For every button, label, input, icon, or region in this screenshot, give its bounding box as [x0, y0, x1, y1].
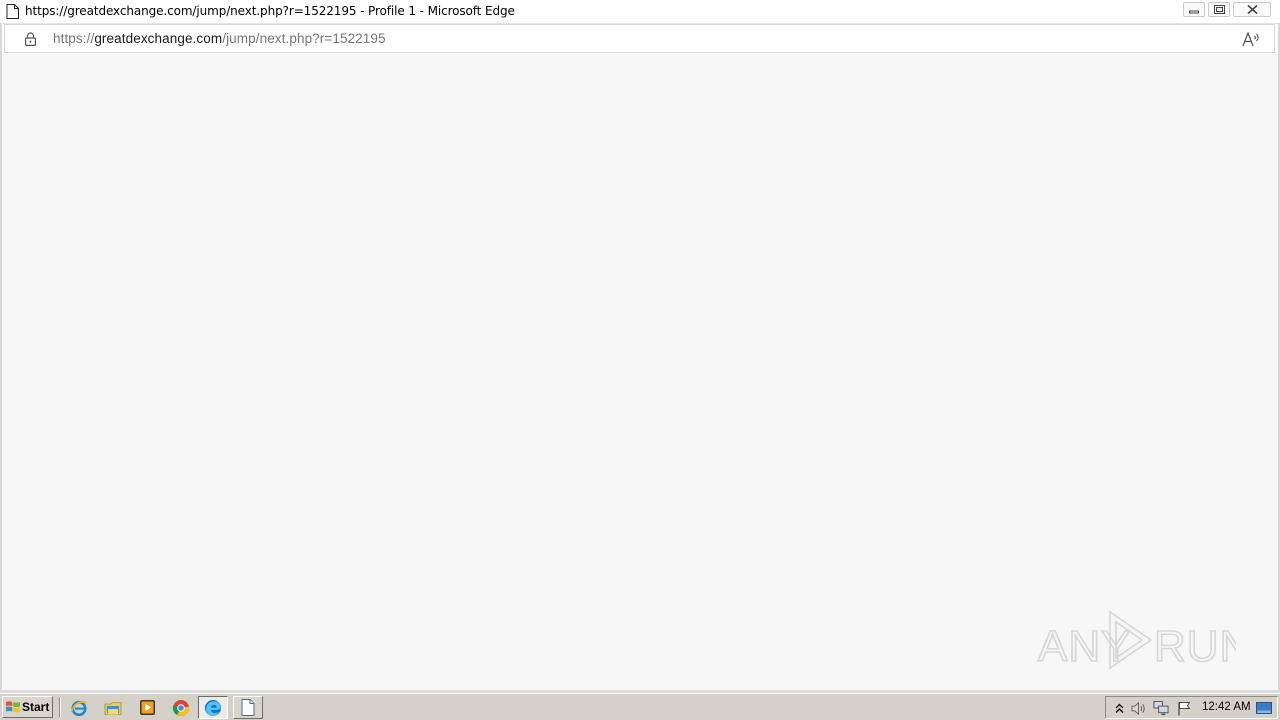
- read-aloud-icon[interactable]: [1242, 31, 1260, 47]
- media-player-icon: [139, 700, 155, 715]
- address-bar[interactable]: https://greatdexchange.com/jump/next.php…: [4, 24, 1275, 53]
- edge-icon: [205, 699, 221, 716]
- taskbar: Start 12:42 AM: [0, 693, 1280, 720]
- taskbar-edge-window[interactable]: [198, 696, 228, 719]
- show-hidden-icons-icon: [1115, 703, 1123, 713]
- taskbar-clock[interactable]: 12:42 AM: [1202, 701, 1251, 713]
- taskbar-separator: [59, 697, 61, 717]
- internet-explorer-launch[interactable]: [69, 698, 89, 717]
- start-label: Start: [22, 700, 50, 714]
- document-icon: [241, 699, 255, 716]
- volume-button[interactable]: [1131, 700, 1147, 716]
- page-icon: [6, 4, 19, 19]
- taskbar-document-window[interactable]: [233, 696, 263, 719]
- close-icon: [1246, 5, 1258, 14]
- chrome-icon: [172, 699, 190, 716]
- show-desktop-icon: [1256, 701, 1272, 714]
- minimize-icon: [1189, 10, 1199, 13]
- network-icon: [1153, 700, 1169, 716]
- watermark-text-right: RUN: [1154, 622, 1236, 671]
- url-host: greatdexchange.com: [94, 31, 223, 46]
- window-title: https://greatdexchange.com/jump/next.php…: [25, 4, 515, 18]
- volume-icon: [1131, 701, 1145, 715]
- show-hidden-icons-button[interactable]: [1111, 700, 1127, 716]
- minimize-button[interactable]: [1183, 2, 1205, 17]
- action-center-button[interactable]: [1176, 700, 1192, 716]
- file-explorer-launch[interactable]: [103, 698, 123, 717]
- lock-icon[interactable]: [25, 32, 36, 46]
- start-button[interactable]: Start: [2, 696, 53, 718]
- show-desktop-button[interactable]: [1256, 700, 1272, 716]
- title-bar: https://greatdexchange.com/jump/next.php…: [0, 0, 1280, 24]
- anyrun-watermark: ANY RUN: [1037, 610, 1236, 672]
- system-tray: 12:42 AM: [1105, 696, 1278, 719]
- url-path: /jump/next.php?r=1522195: [222, 31, 386, 46]
- windows-logo-icon: [6, 701, 20, 713]
- restore-button[interactable]: [1208, 2, 1230, 17]
- page-content[interactable]: [2, 54, 1278, 690]
- file-explorer-icon: [104, 701, 122, 715]
- internet-explorer-icon: [70, 700, 87, 716]
- chrome-launch[interactable]: [171, 698, 191, 717]
- restore-icon: [1213, 5, 1225, 14]
- action-center-flag-icon: [1177, 701, 1190, 715]
- url-text[interactable]: https://greatdexchange.com/jump/next.php…: [53, 31, 386, 46]
- close-button[interactable]: [1233, 2, 1271, 17]
- media-player-launch[interactable]: [137, 698, 157, 717]
- url-scheme: https://: [53, 31, 95, 46]
- network-button[interactable]: [1153, 700, 1169, 716]
